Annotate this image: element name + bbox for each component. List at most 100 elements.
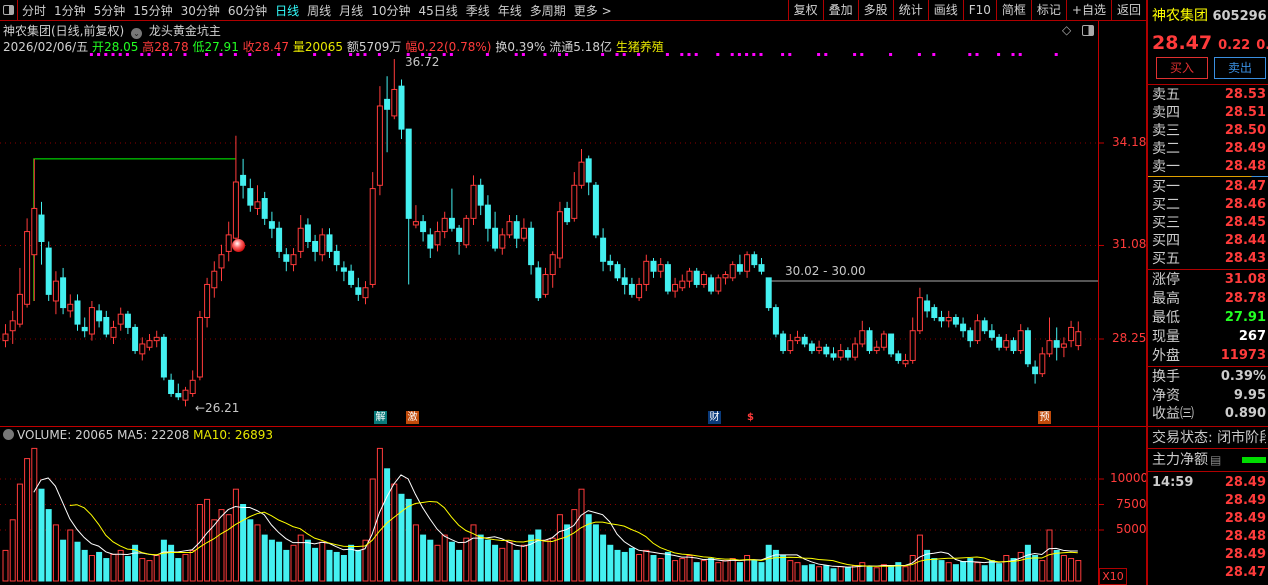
candle xyxy=(996,334,1003,351)
bid-row-label: 买一 xyxy=(1152,179,1180,195)
volume-bar xyxy=(808,564,815,582)
candle xyxy=(772,304,779,338)
volume-bar xyxy=(513,549,520,582)
volume-bar xyxy=(1053,549,1060,582)
tick-row: 28.47 xyxy=(1152,564,1266,582)
event-marker[interactable]: 解 xyxy=(374,411,387,424)
candle xyxy=(81,317,88,338)
candle xyxy=(196,310,203,381)
price-tick-label: 34.18 xyxy=(1112,135,1147,149)
diamond-icon[interactable]: ◇ xyxy=(1062,23,1071,37)
volume-bar xyxy=(708,558,715,582)
candle xyxy=(470,175,477,225)
volume-bar xyxy=(225,514,232,582)
fundamental-row-value: 0.890 xyxy=(1224,406,1266,421)
volume-bar xyxy=(189,549,196,582)
event-marker[interactable]: 激 xyxy=(406,411,419,424)
candle xyxy=(1017,324,1024,354)
candle xyxy=(952,314,959,328)
candlestick-chart[interactable] xyxy=(0,0,1146,585)
volume-ma5: MA5: 22208 xyxy=(117,428,190,442)
candle xyxy=(420,215,427,242)
volume-bar xyxy=(240,504,247,582)
price-tick-label: 31.08 xyxy=(1112,237,1147,252)
volume-bar xyxy=(348,544,355,582)
stock-header: 神农集团 605296 xyxy=(1152,5,1267,25)
stat-row: 最低 27.91 xyxy=(1152,309,1266,327)
signal-dot xyxy=(975,53,979,56)
event-marker[interactable]: 财 xyxy=(708,411,721,424)
candle xyxy=(60,267,67,315)
signal-dot xyxy=(183,53,187,56)
signal-dot xyxy=(161,53,165,56)
tick-row: 28.49 xyxy=(1152,546,1266,564)
volume-bar xyxy=(592,524,599,582)
signal-dot xyxy=(543,53,547,56)
divider xyxy=(1148,84,1268,85)
candle xyxy=(254,185,261,216)
tick-price: 28.49 xyxy=(1224,493,1266,508)
volume-bar xyxy=(722,560,729,582)
volume-bar xyxy=(88,555,95,582)
signal-ball-icon[interactable] xyxy=(232,239,245,252)
candle xyxy=(146,334,153,351)
signal-dot xyxy=(788,53,792,56)
candle xyxy=(1024,327,1031,368)
event-marker[interactable]: $ xyxy=(744,411,757,424)
ask-row-label: 卖二 xyxy=(1152,141,1180,157)
candle xyxy=(2,324,9,348)
candle xyxy=(823,343,830,358)
bid-row: 买四 28.44 xyxy=(1152,232,1266,250)
candle xyxy=(463,215,470,249)
volume-bar xyxy=(1060,555,1067,582)
candle xyxy=(88,300,95,341)
volume-header: VOLUME: 20065 MA5: 22208 MA10: 26893 xyxy=(3,428,273,442)
candle xyxy=(852,337,859,361)
fundamental-row-label: 收益㈢ xyxy=(1152,406,1194,422)
volume-bar xyxy=(139,558,146,582)
volume-bar xyxy=(124,556,131,582)
signal-dot xyxy=(694,53,698,56)
ask-row-label: 卖四 xyxy=(1152,105,1180,121)
candle xyxy=(110,320,117,344)
signal-dot xyxy=(637,53,641,56)
volume-dropdown-icon[interactable] xyxy=(3,429,14,440)
candle xyxy=(909,317,916,364)
signal-dot xyxy=(248,53,252,56)
volume-bar xyxy=(168,544,175,582)
stat-row-label: 最低 xyxy=(1152,310,1180,326)
sell-button[interactable]: 卖出 xyxy=(1214,57,1266,79)
candle xyxy=(888,333,895,358)
volume-bar xyxy=(528,534,535,582)
candle xyxy=(607,254,614,272)
candle xyxy=(924,294,931,318)
candle xyxy=(744,251,751,278)
stock-quote: 28.47 0.22 0.78% xyxy=(1152,32,1268,54)
candle xyxy=(333,244,340,272)
volume-bar xyxy=(24,458,31,582)
candle xyxy=(513,215,520,249)
volume-bar xyxy=(31,447,38,582)
signal-dot xyxy=(313,53,317,56)
volume-bar xyxy=(823,565,830,582)
volume-bar xyxy=(499,547,506,582)
panel-toggle-icon[interactable] xyxy=(1082,25,1094,36)
candle xyxy=(218,244,225,282)
volume-bar xyxy=(448,541,455,582)
price-change: 0.22 xyxy=(1218,38,1251,53)
fundamental-row: 收益㈢ 0.890 xyxy=(1152,405,1266,423)
list-icon[interactable]: ▤ xyxy=(1210,451,1221,469)
candle xyxy=(780,330,787,354)
event-marker[interactable]: 预 xyxy=(1038,411,1051,424)
volume-bar xyxy=(888,565,895,582)
signal-dot xyxy=(968,53,972,56)
candle xyxy=(708,274,715,295)
volume-ma10: MA10: 26893 xyxy=(193,428,274,442)
volume-bar xyxy=(81,549,88,582)
volume-bar xyxy=(672,560,679,582)
volume-bar xyxy=(434,544,441,582)
candle xyxy=(38,201,45,265)
buy-button[interactable]: 买入 xyxy=(1156,57,1208,79)
candle xyxy=(31,158,38,301)
stat-row-value: 267 xyxy=(1238,329,1266,344)
